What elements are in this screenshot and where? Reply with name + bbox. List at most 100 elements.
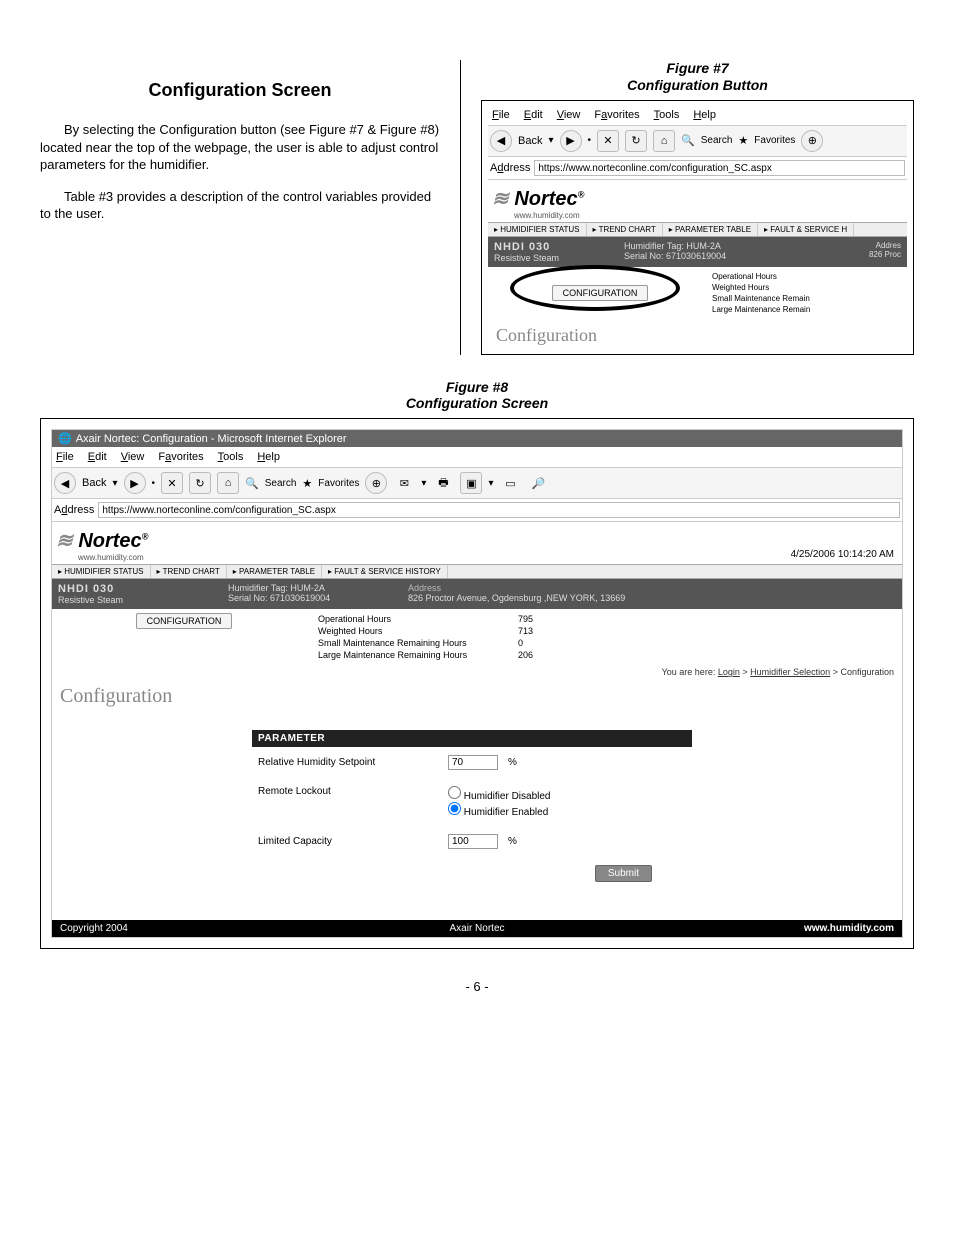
address-input[interactable]: https://www.norteconline.com/configurati… — [98, 502, 900, 518]
menu-file[interactable]: File — [56, 451, 74, 463]
ie-icon: 🌐 — [58, 432, 72, 445]
back-button-label[interactable]: Back — [82, 477, 106, 489]
menu-view[interactable]: View — [121, 451, 145, 463]
stat-label: Large Maintenance Remain — [710, 304, 905, 315]
parameter-header: PARAMETER — [252, 730, 692, 747]
breadcrumb-link[interactable]: Login — [718, 667, 740, 677]
configuration-heading: Configuration — [52, 679, 902, 710]
back-button-icon[interactable]: ◀ — [490, 130, 512, 152]
nav-tab[interactable]: ▸ TREND CHART — [587, 223, 663, 236]
stat-value: 713 — [514, 625, 574, 637]
section-title: Configuration Screen — [40, 80, 440, 101]
timestamp: 4/25/2006 10:14:20 AM — [783, 545, 902, 564]
header-band: NHDI 030 Resistive Steam Humidifier Tag:… — [488, 237, 907, 267]
stat-label: Small Maintenance Remain — [710, 293, 905, 304]
favorites-label[interactable]: Favorites — [318, 478, 359, 489]
unit-label: % — [508, 836, 517, 847]
address-label: Address — [490, 162, 530, 174]
header-band: NHDI 030 Resistive Steam Humidifier Tag:… — [52, 579, 902, 609]
nortec-logo: ≋ Nortec® — [52, 522, 783, 553]
remote-enabled-radio[interactable] — [448, 802, 461, 815]
nav-tabs: ▸ HUMIDIFIER STATUS ▸ TREND CHART ▸ PARA… — [488, 222, 907, 237]
configuration-button[interactable]: CONFIGURATION — [552, 285, 649, 301]
discuss-icon[interactable]: ▭ — [499, 472, 521, 494]
stat-label: Operational Hours — [314, 613, 514, 625]
nortec-logo: ≋ Nortec® — [488, 180, 907, 211]
nav-tab[interactable]: ▸ HUMIDIFIER STATUS — [52, 565, 151, 578]
radio-label: Humidifier Enabled — [464, 807, 549, 818]
menu-help[interactable]: Help — [257, 451, 280, 463]
nav-tab[interactable]: ▸ HUMIDIFIER STATUS — [488, 223, 587, 236]
menu-tools[interactable]: Tools — [654, 109, 680, 121]
configuration-button[interactable]: CONFIGURATION — [136, 613, 233, 629]
breadcrumb-link[interactable]: Humidifier Selection — [750, 667, 830, 677]
back-button-icon[interactable]: ◀ — [54, 472, 76, 494]
stat-label: Large Maintenance Remaining Hours — [314, 649, 514, 661]
menu-file[interactable]: File — [492, 109, 510, 121]
mail-icon[interactable]: ✉ — [393, 472, 415, 494]
nav-tab[interactable]: ▸ FAULT & SERVICE H — [758, 223, 854, 236]
browser-menubar: File Edit View Favorites Tools Help — [52, 447, 902, 467]
print-icon[interactable]: 🖶 — [432, 472, 454, 494]
forward-button-icon[interactable]: ▶ — [124, 472, 146, 494]
figure7-screenshot: File Edit View Favorites Tools Help ◀ Ba… — [481, 100, 914, 355]
research-icon[interactable]: 🔎 — [527, 472, 549, 494]
nav-tab[interactable]: ▸ TREND CHART — [151, 565, 227, 578]
radio-label: Humidifier Disabled — [464, 791, 551, 802]
refresh-icon[interactable]: ↻ — [625, 130, 647, 152]
search-icon[interactable]: 🔍 — [245, 472, 259, 494]
stop-icon[interactable]: ✕ — [161, 472, 183, 494]
back-button-label[interactable]: Back — [518, 135, 542, 147]
menu-tools[interactable]: Tools — [218, 451, 244, 463]
search-label[interactable]: Search — [265, 478, 297, 489]
page-number: - 6 - — [40, 979, 914, 994]
media-icon[interactable]: ⊕ — [801, 130, 823, 152]
param-label: Remote Lockout — [258, 786, 438, 797]
figure8-screenshot: 🌐 Axair Nortec: Configuration - Microsof… — [40, 418, 914, 949]
refresh-icon[interactable]: ↻ — [189, 472, 211, 494]
browser-toolbar: ◀ Back ▾ ▶ • ✕ ↻ ⌂ 🔍 Search ★ Favorites … — [488, 125, 907, 157]
menu-view[interactable]: View — [557, 109, 581, 121]
edit-icon[interactable]: ▣ — [460, 472, 482, 494]
home-icon[interactable]: ⌂ — [217, 472, 239, 494]
nav-tabs: ▸ HUMIDIFIER STATUS ▸ TREND CHART ▸ PARA… — [52, 564, 902, 579]
submit-button[interactable]: Submit — [595, 865, 652, 882]
breadcrumb: You are here: Login > Humidifier Selecti… — [52, 665, 902, 679]
stop-icon[interactable]: ✕ — [597, 130, 619, 152]
window-titlebar: 🌐 Axair Nortec: Configuration - Microsof… — [52, 430, 902, 447]
menu-favorites[interactable]: Favorites — [594, 109, 639, 121]
stat-label: Small Maintenance Remaining Hours — [314, 637, 514, 649]
stat-label: Weighted Hours — [710, 282, 905, 293]
address-bar: Address https://www.norteconline.com/con… — [52, 499, 902, 522]
search-icon[interactable]: 🔍 — [681, 130, 695, 152]
model-type: Resistive Steam — [58, 595, 228, 605]
menu-favorites[interactable]: Favorites — [158, 451, 203, 463]
remote-disabled-radio[interactable] — [448, 786, 461, 799]
nav-tab[interactable]: ▸ PARAMETER TABLE — [663, 223, 758, 236]
history-icon[interactable]: ⊕ — [365, 472, 387, 494]
menu-help[interactable]: Help — [693, 109, 716, 121]
body-paragraph-2: Table #3 provides a description of the c… — [40, 188, 440, 223]
configuration-heading: Configuration — [488, 319, 907, 348]
param-row-capacity: Limited Capacity % — [252, 826, 692, 857]
unit-label: % — [508, 757, 517, 768]
search-label[interactable]: Search — [701, 135, 733, 146]
rh-setpoint-input[interactable] — [448, 755, 498, 770]
param-row-remote: Remote Lockout Humidifier Disabled Humid… — [252, 778, 692, 826]
favorites-label[interactable]: Favorites — [754, 135, 795, 146]
favorites-icon[interactable]: ★ — [738, 130, 748, 152]
menu-edit[interactable]: Edit — [88, 451, 107, 463]
nav-tab[interactable]: ▸ PARAMETER TABLE — [227, 565, 322, 578]
body-paragraph-1: By selecting the Configuration button (s… — [40, 121, 440, 174]
address-input[interactable]: https://www.norteconline.com/configurati… — [534, 160, 905, 176]
forward-button-icon[interactable]: ▶ — [560, 130, 582, 152]
favorites-star-icon[interactable]: ★ — [302, 472, 312, 494]
stat-label: Weighted Hours — [314, 625, 514, 637]
capacity-input[interactable] — [448, 834, 498, 849]
nortec-logo-url: www.humidity.com — [52, 553, 783, 564]
home-icon[interactable]: ⌂ — [653, 130, 675, 152]
parameter-panel: PARAMETER Relative Humidity Setpoint % R… — [252, 730, 692, 890]
menu-edit[interactable]: Edit — [524, 109, 543, 121]
nav-tab[interactable]: ▸ FAULT & SERVICE HISTORY — [322, 565, 448, 578]
figure7-caption-line1: Figure #7 — [481, 60, 914, 77]
